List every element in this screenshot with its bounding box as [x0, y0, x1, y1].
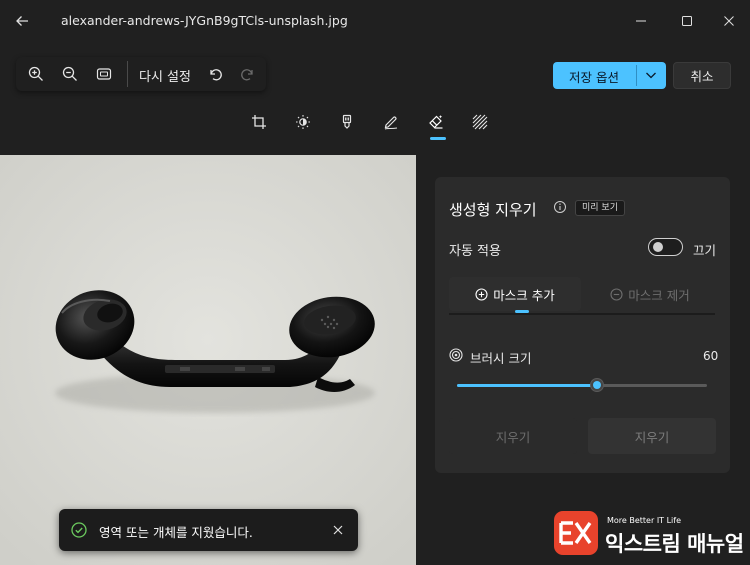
minimize-icon — [636, 20, 646, 22]
view-toolbar: 다시 설정 — [16, 57, 266, 91]
check-circle-icon — [71, 522, 87, 538]
close-icon — [724, 16, 734, 26]
undo-icon — [210, 69, 222, 81]
slider-thumb[interactable] — [590, 378, 604, 392]
brush-size-label: 브러시 크기 — [470, 351, 532, 366]
chevron-down-icon[interactable] — [642, 66, 660, 84]
auto-apply-label: 자동 적용 — [449, 244, 501, 259]
crop-icon — [252, 115, 266, 129]
tab-background-blur[interactable] — [469, 111, 491, 133]
maximize-icon — [682, 16, 692, 26]
watermark-logo — [554, 511, 598, 555]
plus-circle-icon — [475, 287, 488, 301]
tab-erase[interactable] — [425, 111, 447, 133]
tab-filter[interactable] — [336, 111, 358, 133]
mask-tab-indicator — [515, 310, 529, 313]
filter-icon — [342, 114, 352, 129]
maximize-button[interactable] — [675, 9, 699, 33]
markup-icon — [384, 116, 398, 130]
redo-button[interactable] — [236, 62, 260, 86]
arrow-left-icon — [16, 16, 28, 26]
fit-screen-icon — [96, 68, 112, 80]
zoom-out-button[interactable] — [58, 62, 82, 86]
window-title: alexander-andrews-JYGnB9gTCls-unsplash.j… — [61, 13, 348, 28]
erase-button[interactable]: 지우기 — [588, 418, 716, 454]
toggle-knob — [653, 242, 663, 252]
panel-title: 생성형 지우기 — [449, 201, 537, 219]
mask-remove-label: 마스크 제거 — [628, 287, 690, 303]
zoom-in-button[interactable] — [24, 62, 48, 86]
undo-button[interactable] — [203, 62, 227, 86]
adjust-brightness-icon — [296, 115, 310, 129]
save-divider — [636, 65, 637, 86]
mask-tabs-divider — [449, 313, 715, 315]
toast-message: 영역 또는 개체를 지웠습니다. — [99, 525, 253, 540]
close-window-button[interactable] — [717, 9, 741, 33]
save-options-label: 저장 옵션 — [569, 70, 619, 85]
telephone-handset-image — [0, 155, 416, 565]
save-options-button[interactable]: 저장 옵션 — [553, 62, 666, 89]
auto-apply-toggle[interactable] — [648, 238, 683, 256]
generative-erase-panel: 생성형 지우기 미리 보기 자동 적용 끄기 마스크 추가 마스크 제거 브러시… — [435, 177, 730, 473]
back-button[interactable] — [10, 9, 34, 33]
cancel-button[interactable]: 취소 — [673, 62, 731, 89]
tab-crop[interactable] — [248, 111, 270, 133]
slider-fill — [457, 384, 597, 387]
minus-circle-icon — [610, 287, 623, 301]
zoom-in-icon — [28, 66, 43, 81]
watermark-brand: 익스트림 매뉴얼 — [605, 532, 744, 556]
minimize-button[interactable] — [629, 9, 653, 33]
fit-to-window-button[interactable] — [92, 62, 116, 86]
toolbar-divider — [127, 61, 128, 87]
brush-size-value: 60 — [703, 349, 719, 363]
title-bar: alexander-andrews-JYGnB9gTCls-unsplash.j… — [0, 0, 750, 40]
zoom-out-icon — [62, 66, 77, 81]
image-canvas[interactable] — [0, 155, 416, 565]
tab-adjust[interactable] — [292, 111, 314, 133]
mask-add-button[interactable]: 마스크 추가 — [449, 277, 581, 311]
preview-badge: 미리 보기 — [575, 200, 625, 216]
mask-remove-button[interactable]: 마스크 제거 — [584, 277, 716, 311]
redo-icon — [241, 69, 253, 81]
watermark-tagline: More Better IT Life — [607, 516, 682, 525]
watermark: More Better IT Life 익스트림 매뉴얼 — [554, 509, 744, 557]
toast-close-button[interactable] — [329, 521, 347, 539]
brush-size-icon — [449, 348, 463, 362]
erase-button-secondary[interactable]: 지우기 — [449, 418, 577, 454]
toast-notification: 영역 또는 개체를 지웠습니다. — [59, 509, 358, 551]
background-blur-icon — [472, 114, 488, 130]
reset-button[interactable]: 다시 설정 — [139, 66, 191, 85]
brush-size-slider[interactable] — [457, 378, 707, 392]
tab-markup[interactable] — [380, 111, 402, 133]
erase-icon — [429, 115, 443, 129]
mask-add-label: 마스크 추가 — [493, 287, 555, 303]
auto-apply-state: 끄기 — [693, 243, 717, 258]
active-tab-indicator — [430, 137, 446, 140]
close-icon — [333, 525, 343, 535]
ex-logo-icon — [559, 521, 592, 545]
info-icon[interactable] — [553, 200, 567, 214]
